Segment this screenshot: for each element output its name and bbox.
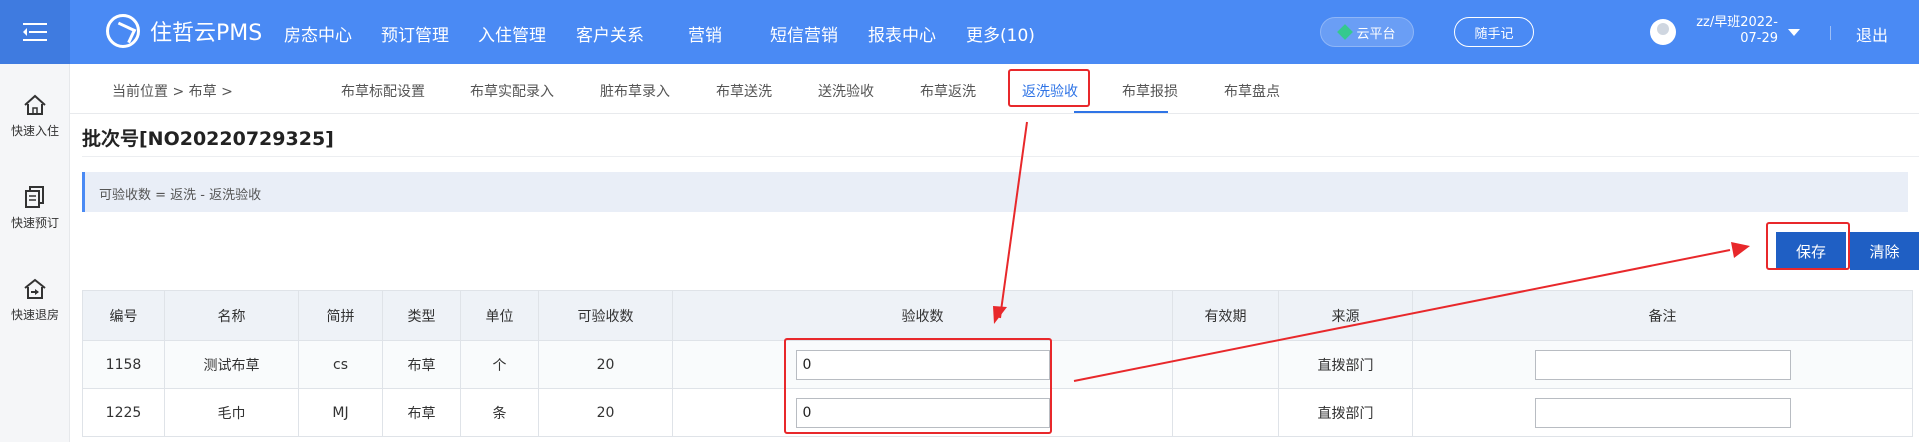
chevron-down-icon[interactable] xyxy=(1788,29,1800,36)
sidebar-item-quick-reserve[interactable]: 快速预订 xyxy=(0,186,70,231)
quick-note-label: 随手记 xyxy=(1474,26,1514,42)
cloud-platform-label: 云平台 xyxy=(1356,26,1396,42)
cloud-platform-button[interactable]: 云平台 xyxy=(1320,17,1414,47)
cell-id: 1225 xyxy=(82,388,165,437)
nav-reservation[interactable]: 预订管理 xyxy=(381,21,449,46)
cell-available: 20 xyxy=(538,340,673,389)
user-shift-line1: zz/早班2022- xyxy=(1696,15,1778,30)
tab-linen-actual-entry[interactable]: 布草实配录入 xyxy=(470,81,554,101)
tab-wash-acceptance[interactable]: 送洗验收 xyxy=(818,81,874,101)
user-shift-line2: 07-29 xyxy=(1740,31,1778,46)
nav-reports[interactable]: 报表中心 xyxy=(868,21,936,46)
sidebar-item-quick-checkout[interactable]: 快速退房 xyxy=(0,278,70,323)
table-header-row: 编号 名称 简拼 类型 单位 可验收数 验收数 有效期 来源 备注 xyxy=(82,290,1913,341)
nav-customer[interactable]: 客户关系 xyxy=(576,21,644,46)
cube-icon xyxy=(1337,24,1354,40)
tab-linen-damage[interactable]: 布草报损 xyxy=(1122,81,1178,101)
nav-room-status[interactable]: 房态中心 xyxy=(284,21,352,46)
active-tab-indicator xyxy=(1074,111,1168,113)
col-header-available: 可验收数 xyxy=(538,290,673,341)
nav-more[interactable]: 更多(10) xyxy=(966,21,1035,46)
avatar[interactable] xyxy=(1650,19,1676,45)
divider xyxy=(1830,26,1831,40)
document-icon xyxy=(25,186,44,208)
divider xyxy=(82,156,1919,157)
sidebar-item-label: 快速预订 xyxy=(10,216,59,230)
cell-pinyin: cs xyxy=(298,340,383,389)
logo-icon xyxy=(106,14,140,48)
tab-linen-inventory[interactable]: 布草盘点 xyxy=(1224,81,1280,101)
tab-linen-wash[interactable]: 布草送洗 xyxy=(716,81,772,101)
col-header-source: 来源 xyxy=(1278,290,1413,341)
cell-name: 测试布草 xyxy=(164,340,299,389)
top-bar: 住哲云PMS 房态中心 预订管理 入住管理 客户关系 营销 短信营销 报表中心 … xyxy=(0,0,1919,64)
batch-title: 批次号[NO20220729325] xyxy=(82,128,334,150)
col-header-name: 名称 xyxy=(164,290,299,341)
sub-nav-bar: 当前位置 > 布草 > 布草标配设置 布草实配录入 脏布草录入 布草送洗 送洗验… xyxy=(70,64,1919,114)
nav-checkin[interactable]: 入住管理 xyxy=(478,21,546,46)
cell-available: 20 xyxy=(538,388,673,437)
home-icon xyxy=(24,94,46,115)
tab-linen-standard-setup[interactable]: 布草标配设置 xyxy=(341,81,425,101)
quick-note-button[interactable]: 随手记 xyxy=(1454,17,1534,47)
col-header-id: 编号 xyxy=(82,290,165,341)
remark-input[interactable] xyxy=(1534,349,1791,380)
checkout-icon xyxy=(24,278,46,299)
sidebar-item-quick-checkin[interactable]: 快速入住 xyxy=(0,94,70,139)
logout-button[interactable]: 退出 xyxy=(1856,22,1888,46)
col-header-expiry: 有效期 xyxy=(1172,290,1279,341)
col-header-type: 类型 xyxy=(382,290,461,341)
col-header-remark: 备注 xyxy=(1412,290,1913,341)
remark-input[interactable] xyxy=(1534,397,1791,428)
app-logo[interactable]: 住哲云PMS xyxy=(106,14,262,48)
nav-sms-marketing[interactable]: 短信营销 xyxy=(770,21,838,46)
cell-name: 毛巾 xyxy=(164,388,299,437)
cell-id: 1158 xyxy=(82,340,165,389)
cell-unit: 个 xyxy=(460,340,539,389)
col-header-unit: 单位 xyxy=(460,290,539,341)
sidebar-item-label: 快速入住 xyxy=(10,124,59,138)
cell-pinyin: MJ xyxy=(298,388,383,437)
clear-button[interactable]: 清除 xyxy=(1850,232,1919,270)
hamburger-icon xyxy=(23,23,47,41)
sidebar-item-label: 快速退房 xyxy=(10,308,59,322)
col-header-accept: 验收数 xyxy=(672,290,1173,341)
formula-note: 可验收数 = 返洗 - 返洗验收 xyxy=(82,172,1908,212)
cell-unit: 条 xyxy=(460,388,539,437)
tab-dirty-linen-entry[interactable]: 脏布草录入 xyxy=(600,81,670,101)
annotation-box-save xyxy=(1766,222,1850,270)
cell-expiry xyxy=(1172,388,1279,437)
cell-source: 直拨部门 xyxy=(1278,340,1413,389)
quick-sidebar: 快速入住 快速预订 快速退房 xyxy=(0,64,70,442)
col-header-pinyin: 简拼 xyxy=(298,290,383,341)
cell-remark xyxy=(1412,340,1913,389)
cell-remark xyxy=(1412,388,1913,437)
annotation-box-inputs xyxy=(784,338,1052,434)
cell-source: 直拨部门 xyxy=(1278,388,1413,437)
menu-toggle-button[interactable] xyxy=(0,0,70,64)
breadcrumb: 当前位置 > 布草 > xyxy=(112,84,233,100)
tab-linen-rewash[interactable]: 布草返洗 xyxy=(920,81,976,101)
nav-marketing[interactable]: 营销 xyxy=(688,21,722,46)
cell-type: 布草 xyxy=(382,388,461,437)
app-title: 住哲云PMS xyxy=(150,21,263,46)
user-info[interactable]: zz/早班2022- 07-29 xyxy=(1684,15,1778,47)
cell-expiry xyxy=(1172,340,1279,389)
cell-type: 布草 xyxy=(382,340,461,389)
annotation-box-tab xyxy=(1008,69,1090,107)
